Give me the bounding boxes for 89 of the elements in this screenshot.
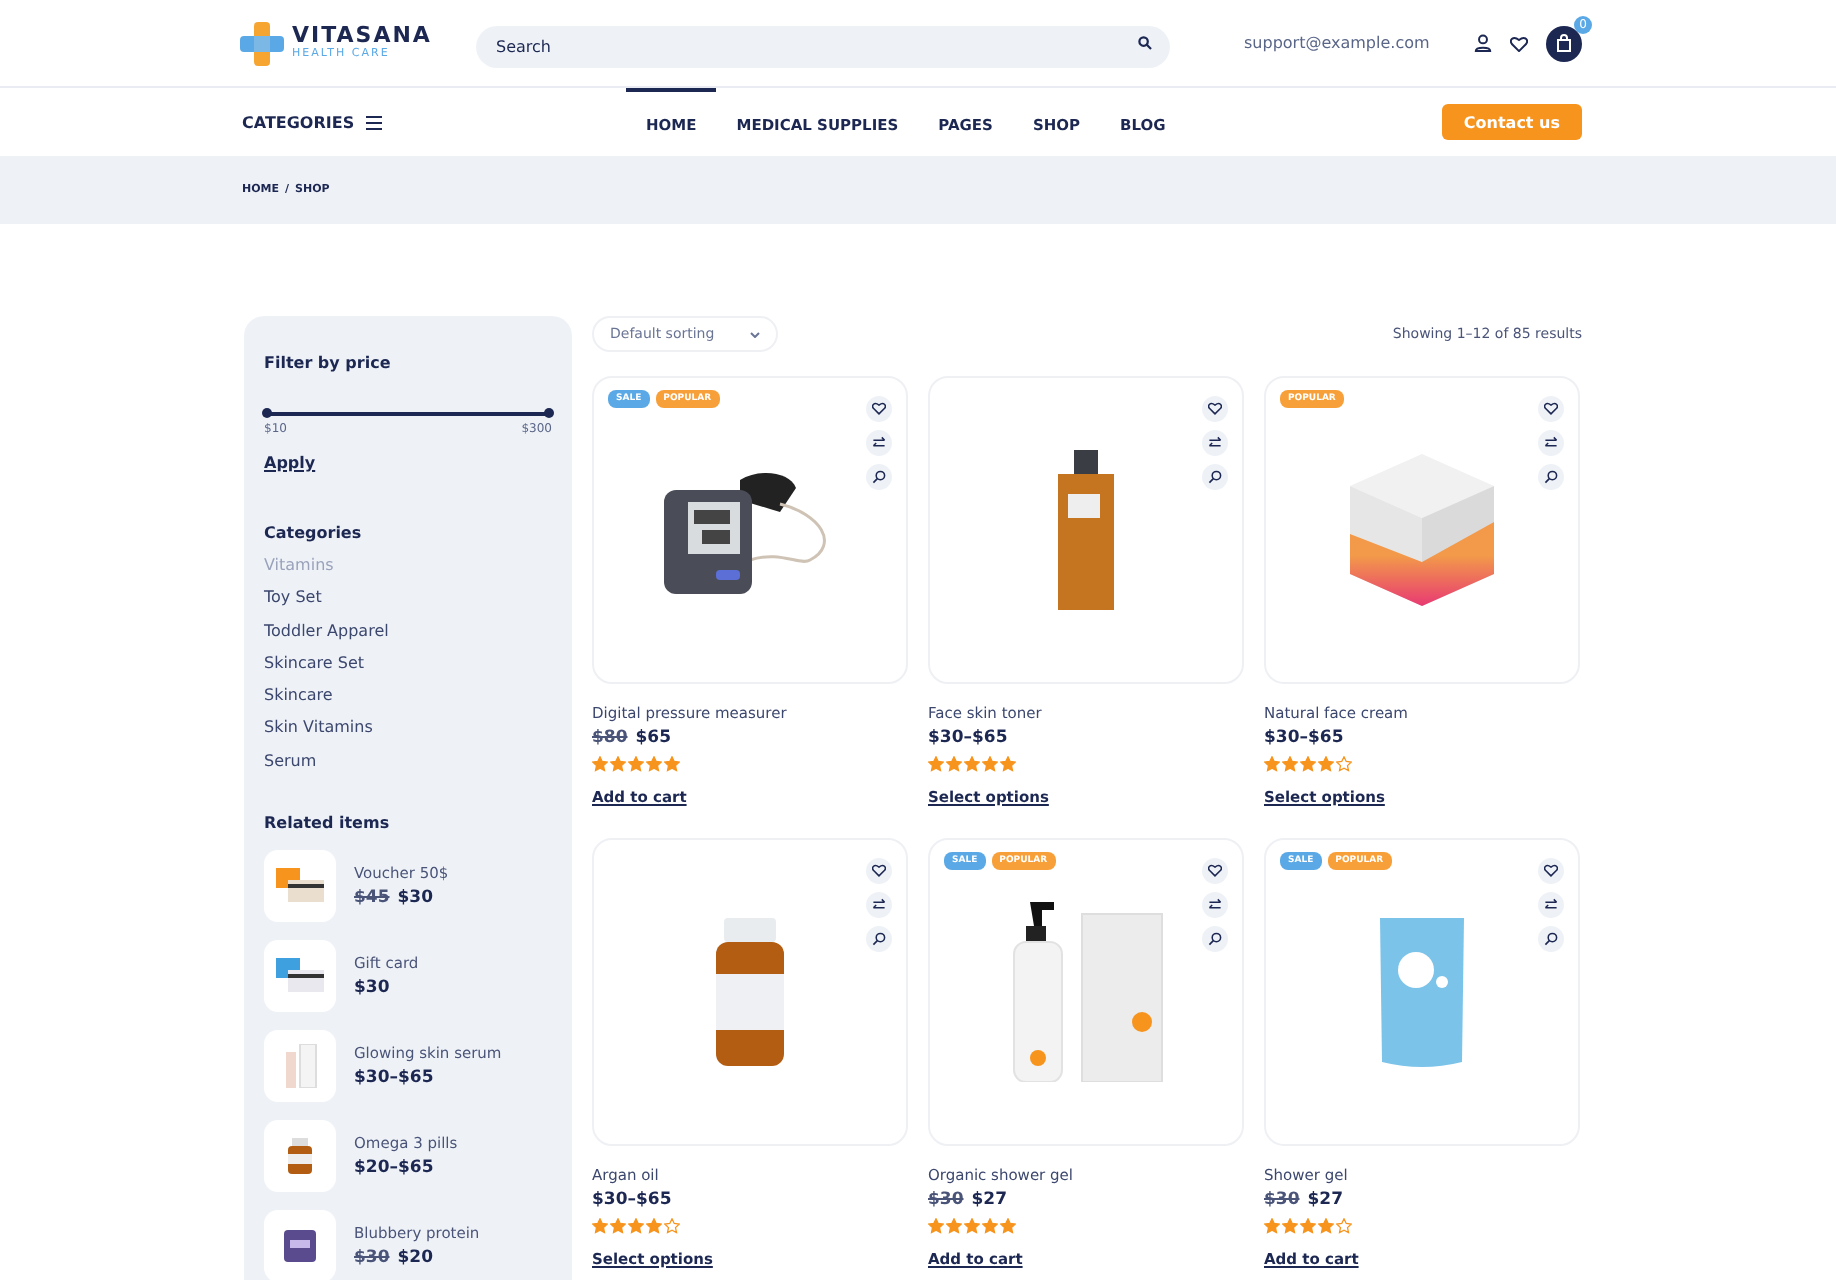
quick-view-button[interactable] (866, 464, 892, 490)
product-thumbnail[interactable] (264, 1210, 336, 1280)
related-heading: Related items (264, 814, 392, 833)
search-icon (1544, 932, 1558, 946)
compare-button[interactable] (1538, 430, 1564, 456)
protein-tub-drawing (284, 1230, 316, 1263)
heart-icon (1208, 864, 1222, 878)
menu-icon (366, 115, 383, 129)
price: $30–$65 (1264, 728, 1344, 748)
compare-button[interactable] (866, 430, 892, 456)
arrows-icon (1208, 436, 1222, 450)
slider-handle[interactable] (262, 408, 272, 418)
compare-button[interactable] (1202, 430, 1228, 456)
search-icon (872, 470, 886, 484)
cart-button[interactable] (1546, 25, 1582, 61)
category-link[interactable]: Serum (264, 753, 552, 771)
price: $20 (397, 1248, 433, 1269)
heart-icon (1544, 864, 1558, 878)
gift-card-drawing (276, 958, 324, 995)
wishlist-button[interactable] (866, 858, 892, 884)
user-icon[interactable] (1474, 34, 1492, 52)
compare-button[interactable] (866, 892, 892, 918)
quick-view-button[interactable] (1202, 464, 1228, 490)
wishlist-button[interactable] (866, 396, 892, 422)
search-icon (1544, 470, 1558, 484)
search-icon[interactable] (1138, 36, 1152, 50)
old-price: $30 (928, 1190, 964, 1210)
price: $30 (397, 888, 433, 909)
chevron-down-icon (750, 331, 761, 337)
pill-jar-drawing (288, 1138, 312, 1175)
wishlist-button[interactable] (1202, 396, 1228, 422)
category-link[interactable]: Skin Vitamins (264, 720, 552, 738)
apply-link[interactable]: Apply (264, 454, 316, 472)
category-link[interactable]: Toy Set (264, 590, 552, 608)
compare-button[interactable] (1202, 892, 1228, 918)
price: $65 (635, 728, 671, 748)
product-image-card[interactable] (928, 376, 1244, 684)
quick-view-button[interactable] (1202, 926, 1228, 952)
arrows-icon (872, 898, 886, 912)
old-price: $80 (592, 728, 628, 748)
arrows-icon (1208, 898, 1222, 912)
search-icon (1208, 470, 1222, 484)
filter-heading: Filter by price (264, 354, 393, 372)
wishlist-button[interactable] (1538, 858, 1564, 884)
product-thumbnail[interactable] (264, 850, 336, 923)
logo-name[interactable]: VITASANA (292, 24, 432, 47)
support-email[interactable]: support@example.com (1244, 34, 1430, 52)
voucher-card-drawing (276, 868, 324, 905)
price: $27 (971, 1190, 1007, 1210)
price: $30–$65 (354, 1068, 434, 1089)
product-thumbnail[interactable] (264, 940, 336, 1013)
price: $30 (354, 978, 390, 999)
wishlist-button[interactable] (1538, 396, 1564, 422)
categories-menu[interactable]: CATEGORIES (242, 113, 626, 131)
old-price: $45 (354, 888, 390, 909)
slider-handle[interactable] (544, 408, 554, 418)
search-field[interactable]: Search (476, 26, 1170, 68)
quick-view-button[interactable] (1538, 926, 1564, 952)
quick-view-button[interactable] (1538, 464, 1564, 490)
heart-icon (1544, 402, 1558, 416)
price: $20–$65 (354, 1158, 434, 1179)
serum-bottle-drawing (282, 1044, 318, 1089)
price: $30–$65 (928, 728, 1008, 748)
product-thumbnail[interactable] (264, 1030, 336, 1103)
wishlist-button[interactable] (1202, 858, 1228, 884)
heart-icon (872, 864, 886, 878)
categories-label: CATEGORIES (242, 113, 355, 131)
old-price: $30 (1264, 1190, 1300, 1210)
old-price: $30 (354, 1248, 390, 1269)
heart-icon (1208, 402, 1222, 416)
arrows-icon (1544, 436, 1558, 450)
arrows-icon (1544, 898, 1558, 912)
price: $30–$65 (592, 1190, 672, 1210)
product-image-card[interactable] (592, 838, 908, 1146)
product-thumbnail[interactable] (264, 1120, 336, 1193)
category-link[interactable]: Skincare (264, 688, 552, 705)
quick-view-button[interactable] (866, 926, 892, 952)
categories-heading: Categories (264, 524, 364, 542)
price: $27 (1307, 1190, 1343, 1210)
shopping-bag-icon (1556, 34, 1572, 52)
category-link[interactable]: Toddler Apparel (264, 623, 552, 640)
heart-icon (872, 402, 886, 416)
search-icon (1208, 932, 1222, 946)
arrows-icon (872, 436, 886, 450)
search-icon (872, 932, 886, 946)
heart-icon[interactable] (1510, 35, 1528, 51)
compare-button[interactable] (1538, 892, 1564, 918)
category-link[interactable]: Skincare Set (264, 655, 552, 673)
cross-logo-icon (240, 21, 284, 65)
